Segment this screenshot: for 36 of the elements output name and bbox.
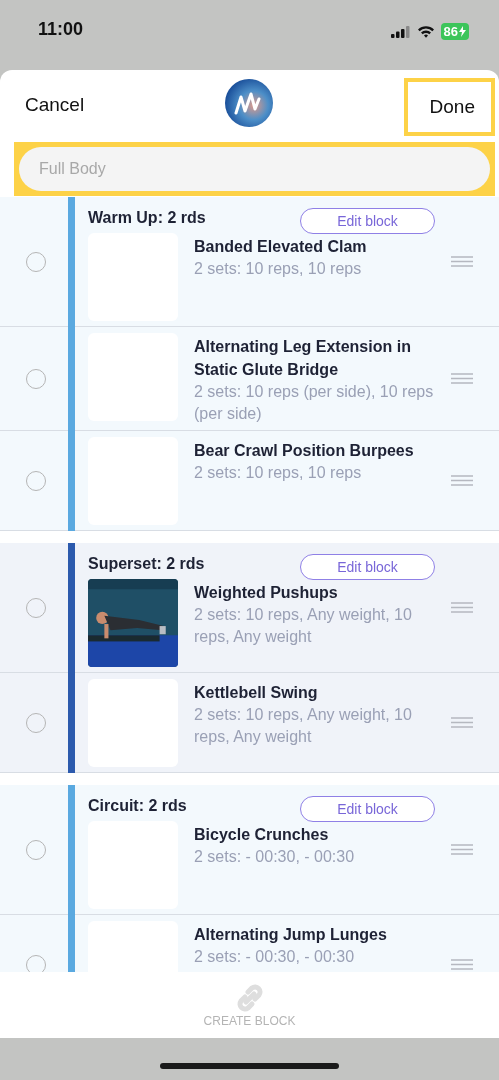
exercise-detail: 2 sets: 10 reps, 10 reps (194, 259, 363, 279)
exercise-name: Weighted Pushups (194, 583, 339, 603)
edit-block-button[interactable]: Edit block (300, 796, 435, 822)
drag-handle-icon[interactable] (451, 373, 473, 384)
drag-handle-icon[interactable] (451, 959, 473, 970)
exercise-detail: 2 sets: 10 reps, Any weight, 10 reps, Any weight (194, 705, 413, 747)
exercise-name: Kettlebell Swing (194, 683, 319, 703)
exercise-detail: 2 sets: 10 reps (per side), 10 reps (per side) (194, 382, 435, 424)
exercise-detail: 2 sets: - 00:30, - 00:30 (194, 947, 356, 967)
drag-handle-icon[interactable] (451, 717, 473, 728)
app-logo (225, 79, 273, 127)
bolt-icon (459, 26, 466, 37)
exercise-name: Alternating Jump Lunges (194, 925, 388, 945)
drag-handle-icon[interactable] (451, 256, 473, 267)
clock-time: 11:00 (38, 19, 84, 40)
exercise-name: Banded Elevated Clam (194, 237, 368, 257)
drag-handle-icon[interactable] (451, 602, 473, 613)
drag-handle-icon[interactable] (451, 844, 473, 855)
done-button[interactable]: Done (407, 82, 491, 132)
exercise-detail: 2 sets: 10 reps, 10 reps (194, 463, 363, 483)
edit-block-button[interactable]: Edit block (300, 208, 435, 234)
battery-percent: 86 (443, 24, 458, 39)
drag-handle-icon[interactable] (451, 475, 473, 486)
cancel-button[interactable]: Cancel (25, 94, 85, 116)
signal-icon (390, 25, 411, 38)
exercise-name: Bicycle Crunches (194, 825, 330, 845)
search-field[interactable]: Full Body (19, 147, 490, 191)
exercise-detail: 2 sets: - 00:30, - 00:30 (194, 847, 356, 867)
exercise-name: Alternating Leg Extension in Static Glute Bridge (194, 337, 412, 380)
edit-block-button[interactable]: Edit block (300, 554, 435, 580)
block-title: Circuit: 2 rds (88, 797, 187, 815)
wifi-icon (416, 25, 435, 38)
exercise-name: Bear Crawl Position Burpees (194, 441, 415, 461)
block-title: Superset: 2 rds (88, 555, 205, 573)
exercise-detail: 2 sets: 10 reps, Any weight, 10 reps, Any weight (194, 605, 413, 647)
block-title: Warm Up: 2 rds (88, 209, 206, 227)
